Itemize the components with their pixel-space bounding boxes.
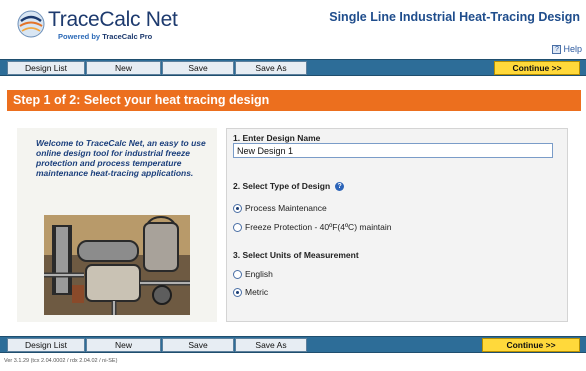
welcome-panel: Welcome to TraceCalc Net, an easy to use… — [17, 128, 217, 322]
design-form-panel: 1. Enter Design Name 2. Select Type of D… — [226, 128, 568, 322]
radio-selected-icon[interactable] — [233, 287, 242, 297]
save-as-button[interactable]: Save As — [235, 61, 307, 75]
save-button[interactable]: Save — [162, 338, 234, 352]
logo-powered-by: Powered by — [58, 32, 101, 41]
radio-label: Metric — [245, 287, 269, 297]
design-type-label: 2. Select Type of Design — [233, 181, 331, 191]
radio-metric[interactable]: Metric — [233, 287, 268, 297]
continue-button[interactable]: Continue >> — [494, 61, 580, 75]
help-link[interactable]: ? Help — [552, 44, 582, 54]
units-label: 3. Select Units of Measurement — [233, 250, 359, 260]
radio-label: English — [245, 269, 273, 279]
new-button[interactable]: New — [86, 338, 161, 352]
design-list-button[interactable]: Design List — [7, 338, 85, 352]
logo-subtitle: Powered by TraceCalc Pro — [58, 32, 152, 41]
radio-process-maintenance[interactable]: Process Maintenance — [233, 203, 327, 213]
radio-freeze-protection[interactable]: Freeze Protection - 40ºF(4ºC) maintain — [233, 222, 392, 232]
logo-product: TraceCalc Pro — [102, 32, 153, 41]
design-name-label: 1. Enter Design Name — [233, 133, 321, 143]
welcome-text: Welcome to TraceCalc Net, an easy to use… — [36, 138, 206, 178]
design-name-input[interactable] — [233, 143, 553, 158]
help-label: Help — [563, 44, 582, 54]
design-type-label-row: 2. Select Type of Design ? — [233, 181, 345, 191]
tracecalc-logo[interactable]: TraceCalc Net Powered by TraceCalc Pro — [10, 5, 210, 47]
new-button[interactable]: New — [86, 61, 161, 75]
bottom-toolbar: Design List New Save Save As Continue >> — [0, 336, 586, 353]
info-icon[interactable]: ? — [335, 181, 345, 191]
page-title: Single Line Industrial Heat-Tracing Desi… — [329, 10, 580, 24]
save-button[interactable]: Save — [162, 61, 234, 75]
logo-title: TraceCalc Net — [48, 8, 178, 31]
design-list-button[interactable]: Design List — [7, 61, 85, 75]
radio-label: Freeze Protection - 40ºF(4ºC) maintain — [245, 222, 392, 232]
radio-unselected-icon[interactable] — [233, 269, 242, 279]
header: TraceCalc Net Powered by TraceCalc Pro S… — [0, 0, 586, 54]
save-as-button[interactable]: Save As — [235, 338, 307, 352]
step-title: Step 1 of 2: Select your heat tracing de… — [7, 90, 581, 111]
industrial-plant-illustration — [44, 215, 190, 315]
radio-english[interactable]: English — [233, 269, 273, 279]
help-icon: ? — [552, 44, 562, 54]
continue-button[interactable]: Continue >> — [482, 338, 580, 352]
version-text: Ver 3.1.29 (tcx 2.04.0002 / rdx 2.04.02 … — [4, 358, 118, 364]
radio-label: Process Maintenance — [245, 203, 327, 213]
top-toolbar: Design List New Save Save As Continue >> — [0, 59, 586, 76]
radio-selected-icon[interactable] — [233, 203, 242, 213]
globe-logo-icon — [17, 10, 45, 38]
radio-unselected-icon[interactable] — [233, 222, 242, 232]
